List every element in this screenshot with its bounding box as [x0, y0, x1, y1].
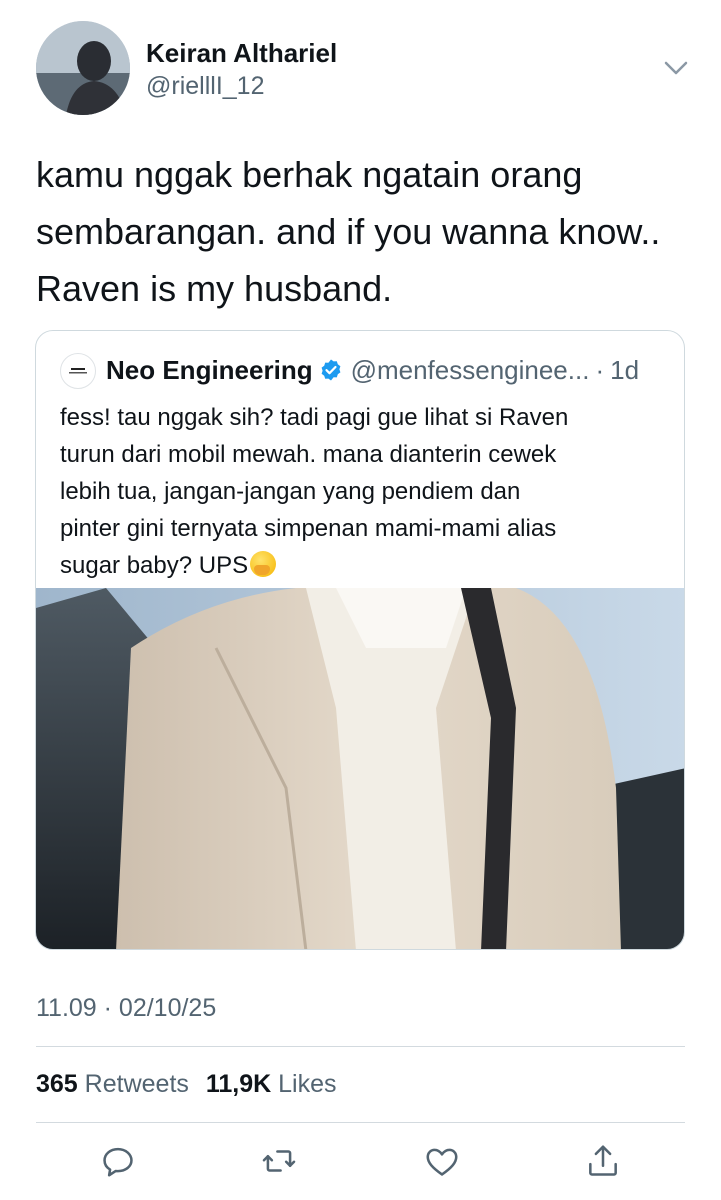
- tweet-line: kamu nggak berhak ngatain orang: [36, 154, 583, 195]
- quote-author-name[interactable]: Neo Engineering: [106, 355, 313, 386]
- quote-tweet-card[interactable]: Neo Engineering @menfessenginee... · 1d …: [35, 330, 685, 950]
- tweet-line: Raven is my husband.: [36, 268, 393, 309]
- tweet-text: kamu nggak berhak ngatain orang sembaran…: [36, 146, 686, 317]
- quote-time[interactable]: 1d: [610, 355, 639, 386]
- retweet-icon[interactable]: [260, 1142, 298, 1180]
- chevron-down-icon[interactable]: [660, 54, 692, 82]
- share-icon[interactable]: [584, 1142, 622, 1180]
- quote-line: lebih tua, jangan-jangan yang pendiem da…: [60, 478, 521, 505]
- quote-line-last: sugar baby? UPS: [60, 547, 670, 584]
- quote-line: fess! tau nggak sih? tadi pagi gue lihat…: [60, 404, 569, 431]
- quote-avatar[interactable]: [60, 353, 96, 389]
- author-handle[interactable]: @rielllI_12: [146, 72, 264, 101]
- quote-separator: ·: [595, 354, 605, 385]
- tweet-line: sembarangan. and if you wanna know..: [36, 211, 661, 252]
- quote-line: sugar baby? UPS: [60, 552, 249, 579]
- like-count[interactable]: 11,9K: [206, 1070, 271, 1098]
- reply-icon[interactable]: [99, 1142, 137, 1180]
- face-with-hand-over-mouth-icon: [250, 551, 277, 577]
- quote-line: turun dari mobil mewah. mana dianterin c…: [60, 441, 557, 468]
- quote-text: fess! tau nggak sih? tadi pagi gue lihat…: [60, 399, 670, 584]
- tweet-timestamp[interactable]: 11.09 · 02/10/25: [36, 994, 216, 1023]
- verified-badge-icon: [321, 359, 340, 381]
- quote-line: pinter gini ternyata simpenan mami-mami …: [60, 515, 557, 542]
- retweet-count[interactable]: 365: [36, 1070, 78, 1098]
- author-name[interactable]: Keiran Althariel: [146, 38, 337, 69]
- retweet-label[interactable]: Retweets: [85, 1070, 189, 1098]
- quote-header: Neo Engineering @menfessenginee... · 1d: [106, 353, 639, 387]
- avatar[interactable]: [36, 21, 130, 115]
- divider: [36, 1046, 685, 1047]
- heart-icon[interactable]: [423, 1142, 461, 1180]
- quote-photo[interactable]: [36, 588, 685, 950]
- quote-author-handle[interactable]: @menfessenginee...: [351, 355, 590, 386]
- like-label[interactable]: Likes: [278, 1070, 336, 1098]
- divider: [36, 1122, 685, 1123]
- tweet-stats: 365 Retweets 11,9K Likes: [36, 1070, 347, 1099]
